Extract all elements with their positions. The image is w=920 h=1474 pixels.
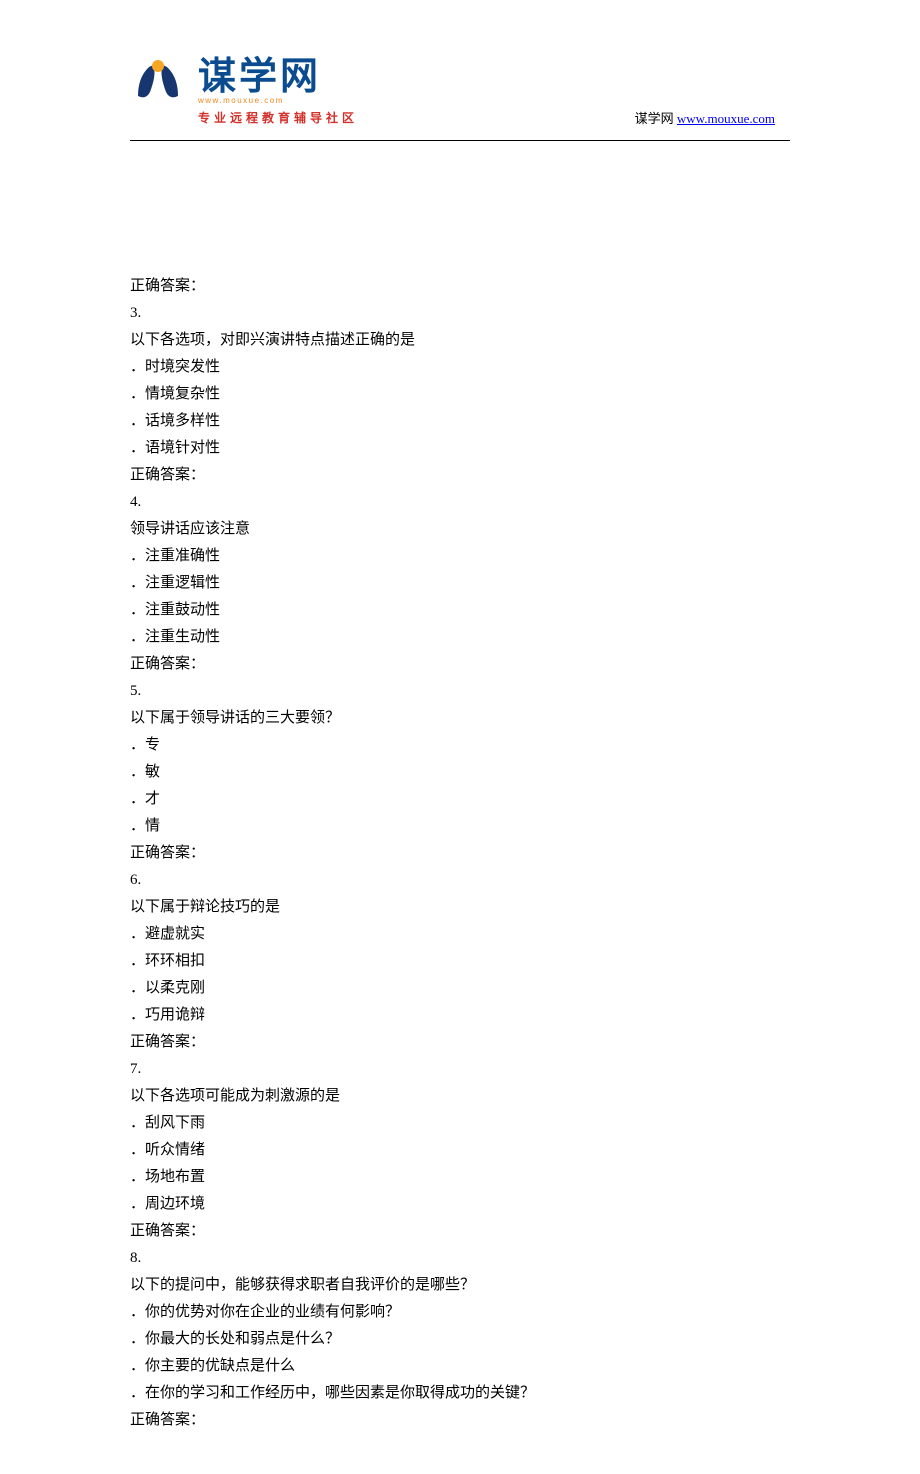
question-option: ．场地布置 — [130, 1164, 790, 1191]
answer-label: 正确答案： — [130, 462, 790, 489]
question-number: 5. — [130, 678, 790, 705]
question-option: ．注重鼓动性 — [130, 597, 790, 624]
question-option: ．敏 — [130, 759, 790, 786]
question-title: 以下的提问中，能够获得求职者自我评价的是哪些？ — [130, 1272, 790, 1299]
question-title: 以下各选项可能成为刺激源的是 — [130, 1083, 790, 1110]
question-option: ．才 — [130, 786, 790, 813]
question-title: 以下各选项，对即兴演讲特点描述正确的是 — [130, 327, 790, 354]
answer-label: 正确答案： — [130, 273, 790, 300]
question-option: ．注重准确性 — [130, 543, 790, 570]
question-option: ．避虚就实 — [130, 921, 790, 948]
question-option: ．以柔克刚 — [130, 975, 790, 1002]
logo-chinese-name: 谋学网 — [198, 58, 358, 96]
site-link[interactable]: www.mouxue.com — [677, 111, 775, 126]
question-option: ．环环相扣 — [130, 948, 790, 975]
question-title: 领导讲话应该注意 — [130, 516, 790, 543]
question-option: ．专 — [130, 732, 790, 759]
question-number: 4. — [130, 489, 790, 516]
logo-text-group: 谋学网 www.mouxue.com 专业远程教育辅导社区 — [198, 58, 358, 126]
question-option: ．听众情绪 — [130, 1137, 790, 1164]
question-option: ．时境突发性 — [130, 354, 790, 381]
question-option: ．巧用诡辩 — [130, 1002, 790, 1029]
question-option: ．你的优势对你在企业的业绩有何影响？ — [130, 1299, 790, 1326]
question-option: ．你主要的优缺点是什么 — [130, 1353, 790, 1380]
question-option: ．在你的学习和工作经历中，哪些因素是你取得成功的关键？ — [130, 1380, 790, 1407]
site-label-text: 谋学网 — [635, 111, 677, 126]
question-number: 6. — [130, 867, 790, 894]
header-site-label: 谋学网 www.mouxue.com — [635, 108, 775, 127]
question-number: 3. — [130, 300, 790, 327]
question-number: 8. — [130, 1245, 790, 1272]
question-option: ．刮风下雨 — [130, 1110, 790, 1137]
page-header: 谋学网 www.mouxue.com 专业远程教育辅导社区 谋学网 www.mo… — [0, 0, 920, 125]
question-option: ．注重逻辑性 — [130, 570, 790, 597]
question-option: ．注重生动性 — [130, 624, 790, 651]
document-body: 正确答案： 3. 以下各选项，对即兴演讲特点描述正确的是 ．时境突发性 ．情境复… — [0, 125, 920, 1474]
question-number: 7. — [130, 1056, 790, 1083]
question-option: ．情境复杂性 — [130, 381, 790, 408]
question-option: ．情 — [130, 813, 790, 840]
answer-label: 正确答案： — [130, 1029, 790, 1056]
question-option: ．周边环境 — [130, 1191, 790, 1218]
header-divider — [130, 140, 790, 141]
question-option: ．你最大的长处和弱点是什么？ — [130, 1326, 790, 1353]
logo-icon — [130, 58, 186, 111]
logo-url-text: www.mouxue.com — [198, 96, 358, 105]
question-option: ．语境针对性 — [130, 435, 790, 462]
logo-subtitle: 专业远程教育辅导社区 — [198, 109, 358, 126]
answer-label: 正确答案： — [130, 651, 790, 678]
answer-label: 正确答案： — [130, 1407, 790, 1434]
answer-label: 正确答案： — [130, 1218, 790, 1245]
question-title: 以下属于领导讲话的三大要领？ — [130, 705, 790, 732]
logo: 谋学网 www.mouxue.com 专业远程教育辅导社区 — [130, 58, 358, 126]
question-option: ．话境多样性 — [130, 408, 790, 435]
question-title: 以下属于辩论技巧的是 — [130, 894, 790, 921]
answer-label: 正确答案： — [130, 840, 790, 867]
